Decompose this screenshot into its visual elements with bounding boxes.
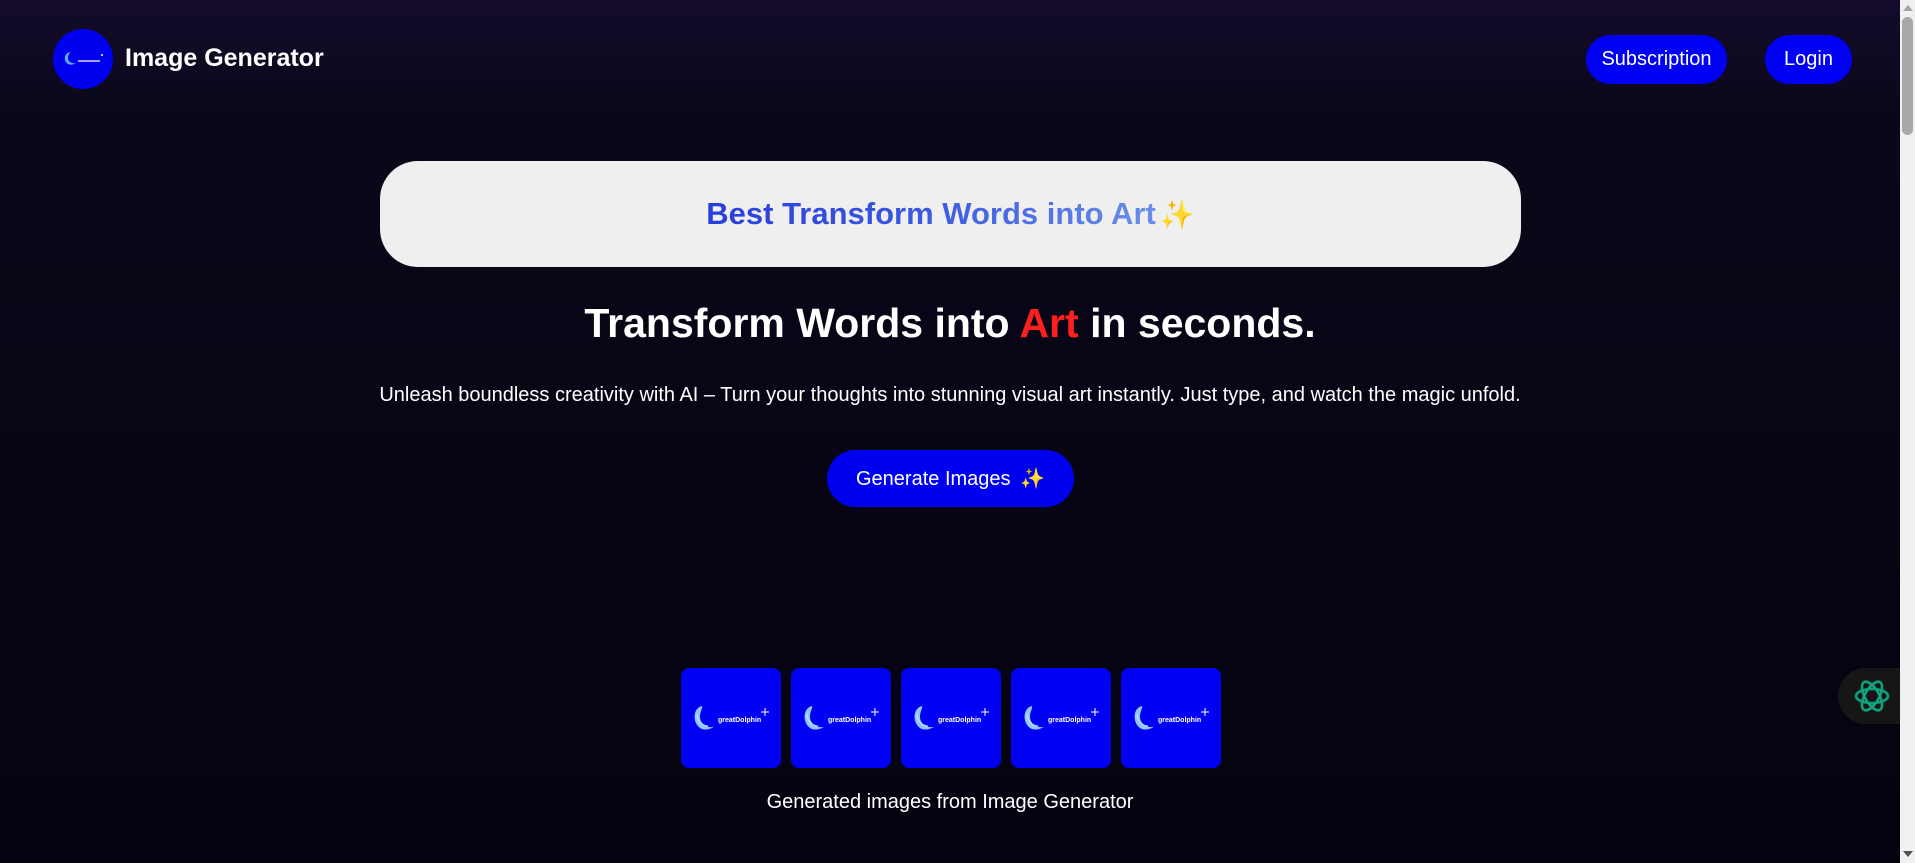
- dolphin-logo-icon: greatDolphin: [1024, 706, 1099, 730]
- generated-image-thumbnail[interactable]: greatDolphin: [1011, 668, 1111, 768]
- thumbnail-text: greatDolphin: [718, 717, 761, 724]
- generated-image-thumbnail[interactable]: greatDolphin: [901, 668, 1001, 768]
- dolphin-logo-icon: [64, 52, 103, 65]
- dolphin-logo-icon: greatDolphin: [914, 706, 989, 730]
- brand-name[interactable]: Image Generator: [125, 44, 324, 72]
- generated-image-thumbnail[interactable]: greatDolphin: [791, 668, 891, 768]
- logo[interactable]: [53, 29, 113, 89]
- hero-banner: Best Transform Words into Art ✨: [380, 161, 1521, 267]
- generate-images-button[interactable]: Generate Images ✨: [827, 450, 1074, 507]
- scrollbar-thumb[interactable]: [1902, 17, 1913, 135]
- headline-text: Transform Words into: [584, 300, 1020, 346]
- generated-image-thumbnail[interactable]: greatDolphin: [681, 668, 781, 768]
- thumbnail-text: greatDolphin: [828, 717, 871, 724]
- thumbnail-text: greatDolphin: [938, 717, 981, 724]
- dolphin-logo-icon: greatDolphin: [804, 706, 879, 730]
- scroll-down-arrow-icon[interactable]: [1903, 851, 1913, 857]
- generated-image-thumbnail[interactable]: greatDolphin: [1121, 668, 1221, 768]
- dolphin-logo-icon: greatDolphin: [694, 706, 769, 730]
- subscription-button[interactable]: Subscription: [1586, 35, 1727, 84]
- scroll-up-arrow-icon[interactable]: [1903, 5, 1913, 11]
- sparkle-icon: ✨: [1159, 198, 1195, 230]
- login-button[interactable]: Login: [1765, 35, 1852, 84]
- hero-subtext: Unleash boundless creativity with AI – T…: [379, 384, 1521, 406]
- thumbnail-text: greatDolphin: [1048, 717, 1091, 724]
- dolphin-logo-icon: greatDolphin: [1134, 706, 1209, 730]
- headline-accent: Art: [1019, 300, 1079, 346]
- banner-text: Best Transform Words into Art: [706, 196, 1156, 231]
- gallery-caption: Generated images from Image Generator: [766, 791, 1134, 813]
- headline-text-end: in seconds.: [1078, 300, 1316, 346]
- sparkle-icon: ✨: [1020, 468, 1045, 490]
- openai-assistant-icon: [1854, 680, 1890, 712]
- assistant-chat-button[interactable]: [1838, 668, 1908, 724]
- page-title: Transform Words into Art in seconds.: [0, 298, 1900, 348]
- generated-images-gallery: greatDolphin greatDolphin greatDolphin g…: [681, 668, 1221, 768]
- generate-images-label: Generate Images: [856, 468, 1011, 490]
- page-scrollbar[interactable]: [1900, 0, 1915, 863]
- thumbnail-text: greatDolphin: [1158, 717, 1201, 724]
